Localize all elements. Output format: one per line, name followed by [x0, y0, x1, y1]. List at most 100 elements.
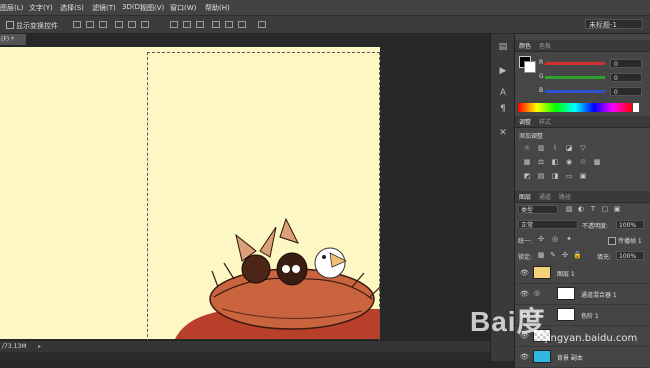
color-spectrum-ramp[interactable] — [518, 103, 632, 112]
fill-label: 填充: — [597, 254, 612, 261]
menu-select[interactable]: 选择(S) — [60, 3, 84, 13]
menu-type[interactable]: 文字(Y) — [29, 3, 53, 13]
adjustment-layer-icon: ◎ — [533, 289, 541, 297]
invert-icon[interactable]: ◩ — [523, 173, 531, 180]
filter-smart-icon[interactable]: ▣ — [613, 206, 621, 213]
tab-paths[interactable]: 路径 — [559, 192, 571, 201]
filter-shape-icon[interactable]: ▢ — [601, 206, 609, 213]
background-color-swatch[interactable] — [524, 61, 536, 73]
red-slider[interactable] — [545, 62, 605, 65]
distribute-top-icon[interactable] — [170, 21, 178, 28]
selection-marquee — [147, 52, 380, 342]
add-adjustment-title: 添加调整 — [519, 133, 544, 140]
tab-styles[interactable]: 样式 — [539, 117, 551, 126]
tab-channels[interactable]: 通道 — [539, 192, 551, 201]
white-swatch[interactable] — [633, 103, 639, 112]
threshold-icon[interactable]: ◨ — [551, 173, 559, 180]
fill-input[interactable]: 100% — [616, 251, 644, 260]
green-value[interactable]: 0 — [610, 73, 642, 82]
history-icon[interactable]: ▤ — [498, 42, 508, 52]
menu-window[interactable]: 窗口(W) — [170, 3, 196, 13]
lock-paint-icon[interactable]: ✎ — [549, 252, 557, 259]
adjust-panel-tabs: 调整 样式 — [515, 116, 650, 128]
tab-adjustments[interactable]: 调整 — [519, 117, 531, 126]
options-bar: 显示变换控件 未标题-1 — [0, 16, 650, 34]
hue-saturation-icon[interactable]: ▦ — [523, 159, 531, 166]
exposure-icon[interactable]: ◪ — [565, 145, 573, 152]
status-arrow-icon[interactable]: ▸ — [38, 343, 41, 350]
tab-swatches[interactable]: 色板 — [539, 41, 551, 50]
vibrance-icon[interactable]: ▽ — [579, 145, 587, 152]
propagate-frame-checkbox[interactable] — [608, 237, 616, 245]
document-tab[interactable]: (F) * — [0, 34, 26, 45]
align-hcenter-icon[interactable] — [128, 21, 136, 28]
brightness-icon[interactable]: ☼ — [523, 145, 531, 152]
tab-layers[interactable]: 图层 — [519, 192, 531, 201]
align-right-icon[interactable] — [141, 21, 149, 28]
tool-presets-icon[interactable]: ✕ — [498, 128, 508, 138]
distribute-vcenter-icon[interactable] — [183, 21, 191, 28]
filter-text-icon[interactable]: T — [589, 206, 597, 213]
curves-icon[interactable]: ⌇ — [551, 145, 559, 152]
baidu-watermark-logo: Bai度 — [470, 306, 546, 337]
opacity-input[interactable]: 100% — [616, 220, 644, 229]
red-value[interactable]: 0 — [610, 59, 642, 68]
black-white-icon[interactable]: ◧ — [551, 159, 559, 166]
visibility-eye-icon[interactable]: 👁 — [520, 269, 529, 277]
auto-align-icon[interactable] — [258, 21, 266, 28]
tab-color[interactable]: 颜色 — [519, 41, 531, 50]
filter-pixel-icon[interactable]: ▨ — [565, 206, 573, 213]
unify-position-icon[interactable]: ✣ — [537, 236, 545, 243]
layer-thumbnail — [533, 350, 551, 363]
lock-position-icon[interactable]: ✣ — [561, 252, 569, 259]
doc-size-status: /73.13M — [2, 343, 27, 350]
align-bottom-icon[interactable] — [99, 21, 107, 28]
align-vcenter-icon[interactable] — [86, 21, 94, 28]
green-slider[interactable] — [545, 76, 605, 79]
show-transform-checkbox[interactable] — [6, 21, 14, 29]
distribute-bottom-icon[interactable] — [196, 21, 204, 28]
layer-name: 色阶 1 — [581, 313, 599, 320]
layer-row[interactable]: 👁 图层 1 — [515, 263, 650, 284]
layer-filter-select[interactable]: 类型 — [518, 205, 558, 214]
show-transform-label: 显示变换控件 — [16, 22, 58, 30]
menu-layer[interactable]: 图层(L) — [0, 3, 23, 13]
distribute-left-icon[interactable] — [212, 21, 220, 28]
lock-all-icon[interactable]: 🔒 — [573, 252, 582, 259]
blend-mode-select[interactable]: 正常 — [518, 220, 578, 229]
layer-name: 图层 1 — [557, 271, 575, 278]
workspace-select[interactable]: 未标题-1 — [585, 19, 643, 29]
menu-help[interactable]: 帮助(H) — [205, 3, 230, 13]
align-left-icon[interactable] — [115, 21, 123, 28]
character-icon[interactable]: A — [498, 88, 508, 98]
menu-bar: 图层(L) 文字(Y) 选择(S) 滤镜(T) 3D(D) 视图(V) 窗口(W… — [0, 0, 650, 16]
menu-view[interactable]: 视图(V) — [140, 3, 164, 13]
blue-value[interactable]: 0 — [610, 87, 642, 96]
distribute-hcenter-icon[interactable] — [225, 21, 233, 28]
align-top-icon[interactable] — [73, 21, 81, 28]
unify-visibility-icon[interactable]: ◎ — [551, 236, 559, 243]
paragraph-icon[interactable]: ¶ — [498, 104, 508, 114]
layer-row[interactable]: 👁 背景 副本 — [515, 347, 650, 368]
color-balance-icon[interactable]: ⚖ — [537, 159, 545, 166]
channel-g-label: G — [539, 73, 544, 80]
lock-transparent-icon[interactable]: ▦ — [537, 252, 545, 259]
distribute-right-icon[interactable] — [238, 21, 246, 28]
color-lookup-icon[interactable]: ▩ — [593, 159, 601, 166]
layers-panel-tabs: 图层 通道 路径 — [515, 191, 650, 203]
visibility-eye-icon[interactable]: 👁 — [520, 353, 529, 361]
filter-adjust-icon[interactable]: ◐ — [577, 206, 585, 213]
blue-slider[interactable] — [545, 90, 605, 93]
horizontal-scrollbar[interactable] — [0, 352, 490, 361]
photo-filter-icon[interactable]: ◉ — [565, 159, 573, 166]
visibility-eye-icon[interactable]: 👁 — [520, 290, 529, 298]
selective-color-icon[interactable]: ▣ — [579, 173, 587, 180]
menu-filter[interactable]: 滤镜(T) — [92, 3, 116, 13]
gradient-map-icon[interactable]: ▭ — [565, 173, 573, 180]
channel-mixer-icon[interactable]: ♲ — [579, 159, 587, 166]
actions-play-icon[interactable]: ▶ — [498, 66, 508, 76]
unify-style-icon[interactable]: ✦ — [565, 236, 573, 243]
propagate-frame-label: 传播帧 1 — [618, 238, 642, 245]
posterize-icon[interactable]: ▤ — [537, 173, 545, 180]
levels-icon[interactable]: ▥ — [537, 145, 545, 152]
